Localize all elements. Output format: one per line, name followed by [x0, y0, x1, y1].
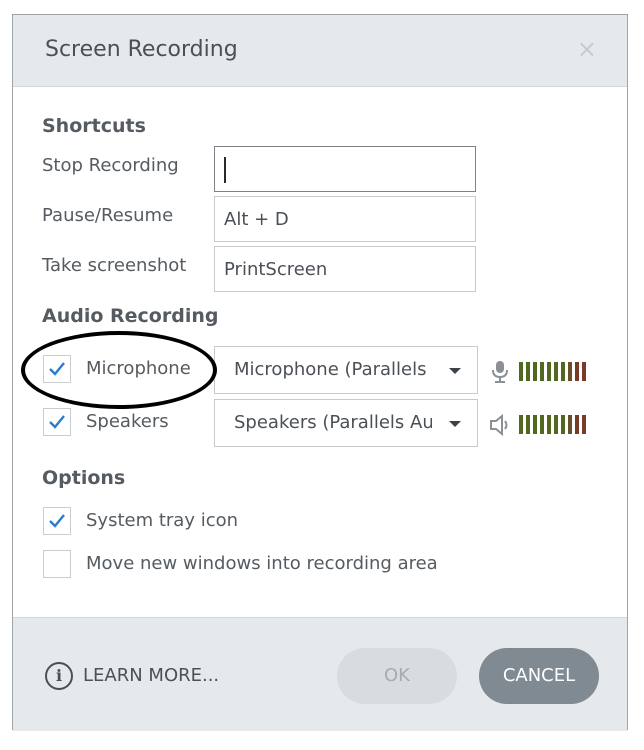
options-heading: Options	[42, 467, 126, 489]
speakers-label: Speakers	[86, 411, 169, 432]
microphone-select[interactable]: Microphone (Parallels Audio Controller)	[214, 346, 478, 394]
speakers-checkbox[interactable]	[43, 408, 71, 436]
move-windows-label: Move new windows into recording area	[86, 553, 438, 574]
pause-resume-label: Pause/Resume	[42, 205, 174, 226]
stop-recording-label: Stop Recording	[42, 155, 179, 176]
dialog-title: Screen Recording	[45, 37, 238, 62]
checkmark-icon	[49, 415, 65, 429]
microphone-label: Microphone	[86, 358, 191, 379]
speakers-select[interactable]: Speakers (Parallels Audio Controller)	[214, 399, 478, 447]
checkmark-icon	[49, 514, 65, 528]
checkmark-icon	[49, 362, 65, 376]
dialog-footer: i LEARN MORE... OK CANCEL	[13, 617, 627, 731]
screen-recording-dialog: Screen Recording × Shortcuts Stop Record…	[12, 14, 628, 731]
microphone-level-bars	[519, 362, 586, 381]
close-icon[interactable]: ×	[577, 35, 597, 63]
system-tray-label: System tray icon	[86, 510, 239, 531]
text-cursor	[224, 157, 226, 183]
title-bar: Screen Recording ×	[13, 15, 627, 87]
chevron-down-icon	[449, 421, 461, 427]
microphone-checkbox[interactable]	[43, 355, 71, 383]
system-tray-checkbox[interactable]	[43, 507, 71, 535]
microphone-selected-value: Microphone (Parallels Audio Controller)	[234, 359, 432, 380]
speakers-selected-value: Speakers (Parallels Audio Controller)	[234, 412, 432, 433]
speaker-icon	[490, 413, 508, 437]
chevron-down-icon	[449, 368, 461, 374]
pause-resume-input[interactable]	[214, 196, 476, 242]
audio-recording-heading: Audio Recording	[42, 305, 219, 327]
take-screenshot-input[interactable]	[214, 246, 476, 292]
speakers-level-bars	[519, 415, 586, 434]
take-screenshot-label: Take screenshot	[42, 255, 187, 276]
move-windows-checkbox[interactable]	[43, 550, 71, 578]
info-icon: i	[45, 662, 73, 690]
stop-recording-input[interactable]	[214, 146, 476, 192]
shortcuts-heading: Shortcuts	[42, 115, 146, 137]
cancel-button[interactable]: CANCEL	[479, 648, 599, 704]
microphone-icon	[492, 361, 508, 383]
learn-more-label: LEARN MORE...	[83, 665, 220, 686]
ok-button[interactable]: OK	[337, 648, 457, 704]
